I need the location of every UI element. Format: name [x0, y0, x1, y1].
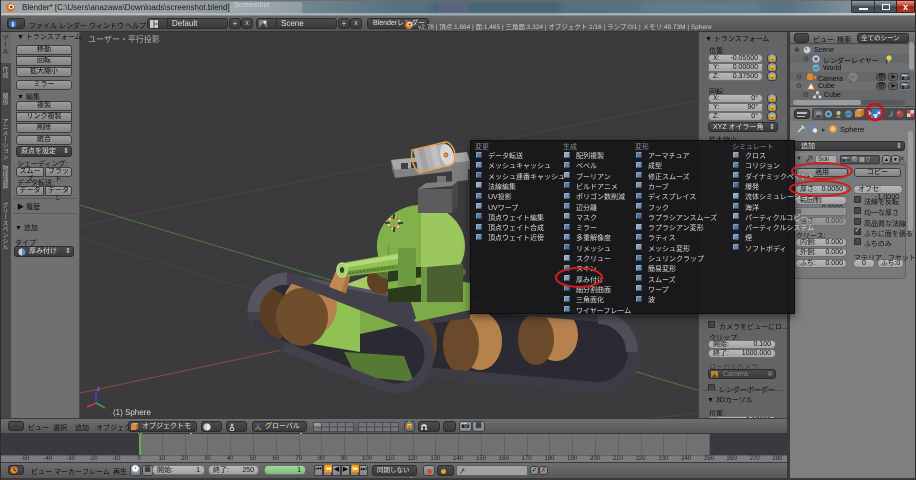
svg-text:▸: ▸	[822, 127, 826, 134]
svg-text:Sphere: Sphere	[840, 125, 864, 134]
